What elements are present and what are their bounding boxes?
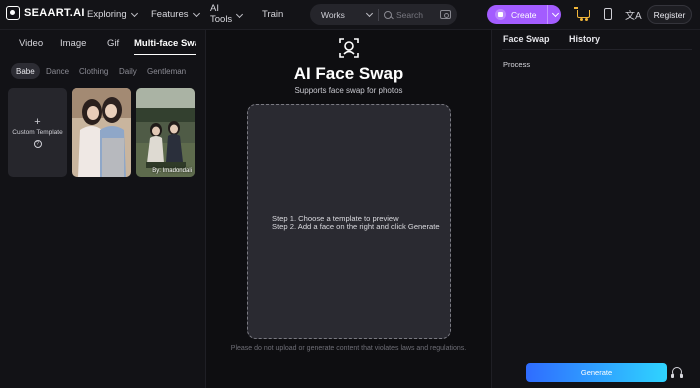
nav-train[interactable]: Train <box>262 9 283 20</box>
page-subtitle: Supports face swap for photos <box>294 86 403 95</box>
create-divider <box>546 5 548 24</box>
nav-exploring[interactable]: Exploring <box>87 9 138 20</box>
nav-exploring-label: Exploring <box>87 9 127 20</box>
chevron-down-icon <box>130 9 138 17</box>
create-icon <box>495 9 506 20</box>
create-button[interactable]: Create <box>487 5 561 24</box>
instruction-step-2: Step 2. Add a face on the right and clic… <box>272 222 440 231</box>
camera-icon[interactable] <box>440 10 451 19</box>
help-icon[interactable]: ? <box>33 140 42 148</box>
template-thumbnail[interactable] <box>72 88 131 177</box>
tab-image[interactable]: Image <box>60 38 86 49</box>
face-swap-icon <box>339 38 359 58</box>
search-divider <box>378 8 379 21</box>
nav-ai-tools-line2: Tools <box>210 14 233 25</box>
nav-features-label: Features <box>151 9 189 20</box>
create-label: Create <box>511 9 537 20</box>
search-input[interactable]: Search <box>396 10 440 20</box>
top-header: SEAART.AI Exploring Features AI Tools Tr… <box>0 0 700 30</box>
category-daily[interactable]: Daily <box>114 63 142 79</box>
tab-face-swap[interactable]: Face Swap <box>503 34 550 50</box>
cart-icon[interactable] <box>574 7 590 21</box>
tab-divider <box>502 49 692 50</box>
category-babe[interactable]: Babe <box>11 63 40 79</box>
logo-text: SEAART.AI <box>24 7 85 19</box>
chevron-down-icon <box>192 9 200 17</box>
tab-history[interactable]: History <box>569 34 600 44</box>
chevron-down-icon[interactable] <box>365 9 374 17</box>
preview-drop-zone[interactable]: Step 1. Choose a template to preview Ste… <box>247 104 451 339</box>
mobile-app-icon[interactable] <box>604 8 612 20</box>
category-clothing[interactable]: Clothing <box>74 63 113 79</box>
content-disclaimer: Please do not upload or generate content… <box>230 345 467 352</box>
nav-ai-tools-label: AI Tools <box>210 3 232 25</box>
process-label: Process <box>503 60 531 69</box>
search-icon[interactable] <box>384 10 392 19</box>
category-gentleman[interactable]: Gentleman <box>142 63 191 79</box>
logo-icon <box>6 6 20 20</box>
nav-features[interactable]: Features <box>151 9 200 20</box>
photo-caption: By: Imadondali <box>152 168 192 174</box>
custom-template-label: Custom Template <box>12 129 63 136</box>
nav-ai-tools-line1: AI <box>210 3 219 14</box>
chevron-down-icon <box>236 10 244 18</box>
generate-button[interactable]: Generate <box>526 363 667 382</box>
headset-support-icon[interactable] <box>671 367 682 378</box>
custom-template-card[interactable]: + Custom Template ? <box>8 88 67 177</box>
template-thumbnail[interactable]: By: Imadondali <box>136 88 195 177</box>
chevron-down-icon[interactable] <box>551 9 559 17</box>
logo[interactable]: SEAART.AI <box>6 6 85 20</box>
settings-panel: Face Swap History Process Generate <box>491 30 700 388</box>
search-bar: Works Search <box>310 4 457 25</box>
nav-train-label: Train <box>262 9 284 20</box>
tab-multi-face-clip: Multi-face Swap <box>134 30 196 58</box>
template-photo-two-girls <box>72 88 131 177</box>
template-panel: Video Image Gif Multi-face Swap Babe Dan… <box>0 30 206 388</box>
template-photo-meadow <box>136 88 195 177</box>
search-scope-select[interactable]: Works <box>321 10 367 20</box>
translate-icon[interactable]: 文A <box>625 7 642 22</box>
tab-multi-face-swap[interactable]: Multi-face Swap <box>134 38 196 55</box>
register-button[interactable]: Register <box>647 5 692 24</box>
plus-icon: + <box>34 116 41 128</box>
nav-ai-tools[interactable]: AI Tools <box>210 3 244 25</box>
tab-gif[interactable]: Gif <box>107 38 119 49</box>
tab-video[interactable]: Video <box>19 38 43 49</box>
page-title: AI Face Swap <box>293 64 404 83</box>
preview-panel: AI Face Swap Supports face swap for phot… <box>207 30 490 388</box>
category-dance[interactable]: Dance <box>41 63 74 79</box>
